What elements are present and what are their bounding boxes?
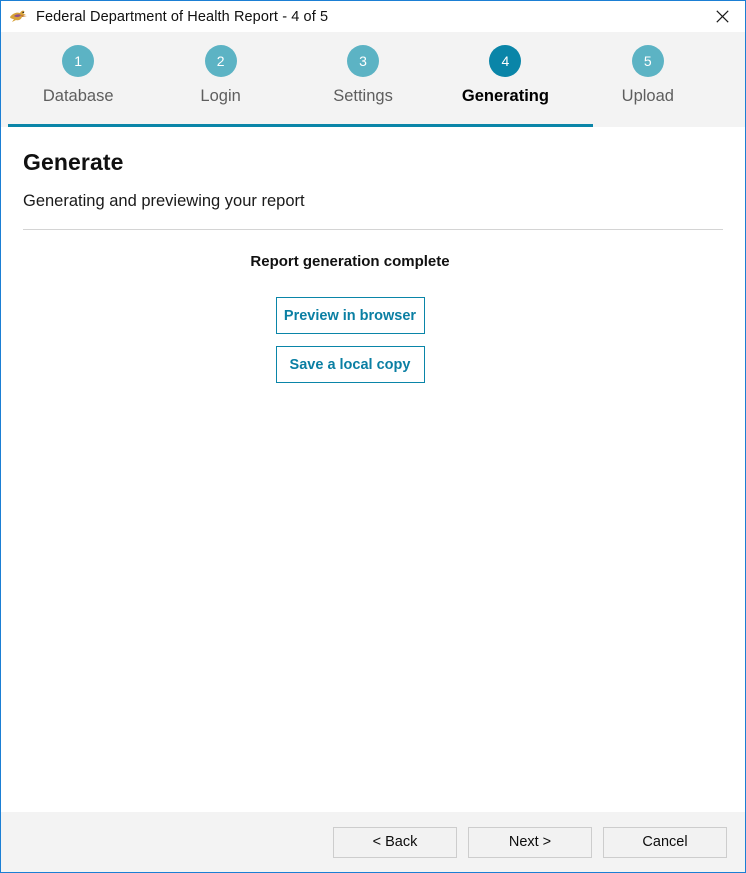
back-button[interactable]: < Back <box>333 826 457 858</box>
page-subtitle: Generating and previewing your report <box>23 192 305 210</box>
step-generating[interactable]: 4 Generating <box>434 45 576 106</box>
step-number-badge: 4 <box>489 45 522 77</box>
preview-in-browser-button[interactable]: Preview in browser <box>275 297 425 334</box>
step-database[interactable]: 1 Database <box>7 45 149 106</box>
stepper-items: 1 Database 2 Login 3 Settings 4 Generati… <box>1 45 745 106</box>
generation-status-text: Report generation complete <box>250 253 450 270</box>
content-panel: Generate Generating and previewing your … <box>1 127 745 812</box>
page-title: Generate <box>23 149 124 175</box>
wizard-stepper: 1 Database 2 Login 3 Settings 4 Generati… <box>1 32 745 127</box>
step-number-badge: 5 <box>631 45 664 77</box>
step-label: Login <box>200 87 241 105</box>
hummingbird-icon <box>8 6 30 28</box>
action-button-group: Preview in browser Save a local copy <box>23 297 723 383</box>
step-label: Generating <box>461 87 549 105</box>
step-login[interactable]: 2 Login <box>149 45 291 106</box>
step-upload[interactable]: 5 Upload <box>577 45 719 106</box>
step-number-badge: 1 <box>62 45 95 77</box>
window-title: Federal Department of Health Report - 4 … <box>36 8 329 25</box>
title-bar: Federal Department of Health Report - 4 … <box>1 1 745 32</box>
close-icon[interactable] <box>700 1 745 31</box>
wizard-window: Federal Department of Health Report - 4 … <box>0 0 746 873</box>
step-label: Upload <box>621 87 674 105</box>
wizard-footer: < Back Next > Cancel <box>1 812 745 872</box>
cancel-button[interactable]: Cancel <box>603 826 727 858</box>
step-label: Database <box>42 87 114 105</box>
step-settings[interactable]: 3 Settings <box>292 45 434 106</box>
step-number-badge: 2 <box>204 45 237 77</box>
next-button[interactable]: Next > <box>468 826 592 858</box>
step-number-badge: 3 <box>347 45 380 77</box>
save-local-copy-button[interactable]: Save a local copy <box>275 346 425 383</box>
header-divider <box>23 229 723 230</box>
step-label: Settings <box>333 87 393 105</box>
